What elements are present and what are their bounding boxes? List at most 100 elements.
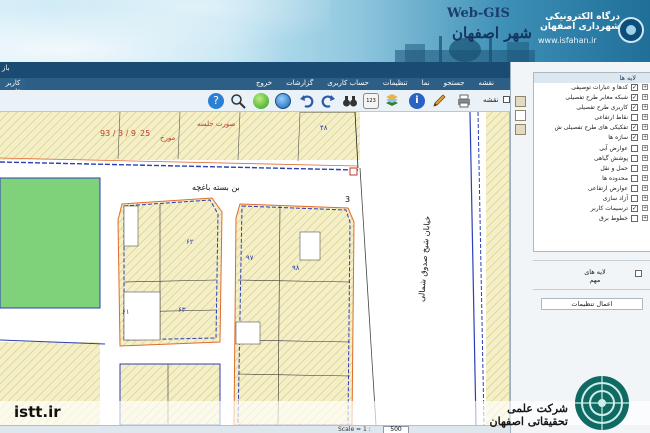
print-icon[interactable] — [456, 93, 472, 109]
layer-checkbox[interactable] — [631, 144, 638, 152]
layer-label: خطوط برق — [599, 215, 628, 223]
layer-list-title: لایه ها — [534, 73, 650, 83]
expand-icon[interactable]: + — [642, 174, 648, 181]
map-toolbar: ? 123 i نقشه — [0, 90, 510, 112]
layer-row[interactable]: + ✓ کدها و عبارات توصیفی — [534, 83, 650, 93]
help-icon[interactable]: ? — [208, 93, 224, 109]
measure-tool-icon[interactable] — [515, 124, 526, 135]
apply-settings-button[interactable]: اعمال تنظیمات — [541, 298, 643, 310]
expand-icon[interactable]: + — [642, 215, 648, 222]
layer-checkbox[interactable]: ✓ — [631, 205, 638, 213]
important-layers-label: لایه های مهم — [584, 268, 606, 284]
important-layers-checkbox[interactable] — [635, 270, 642, 277]
street-name-label: بن بسته باغچه — [192, 183, 240, 192]
expand-icon[interactable]: + — [642, 84, 648, 90]
layer-row[interactable]: + ✓ تفکیکی های طرح تفصیلی ش — [534, 123, 650, 133]
layer-label: عوارض آبی — [599, 144, 628, 152]
expand-icon[interactable]: + — [642, 144, 648, 151]
binoculars-icon[interactable] — [342, 93, 358, 109]
layer-checkbox[interactable] — [631, 184, 638, 192]
layer-checkbox[interactable]: ✓ — [631, 94, 638, 102]
map-canvas[interactable]: صورت جلسه مورخ 25 93 / 3 / 9 بن بسته باغ… — [0, 112, 510, 425]
menu-item-map[interactable]: نقشه — [479, 79, 495, 87]
menu-item-account[interactable]: حساب کاربری — [327, 79, 369, 87]
expand-icon[interactable]: + — [642, 195, 648, 202]
layer-row[interactable]: + محدوده ها — [534, 174, 650, 184]
plot-label: ۶۱ — [122, 308, 130, 316]
expand-icon[interactable]: + — [642, 134, 648, 141]
expand-icon[interactable]: + — [642, 124, 648, 131]
layer-checkbox[interactable]: ✓ — [631, 104, 638, 112]
plot-label: ۶۲ — [186, 238, 194, 246]
pan-tool-icon[interactable] — [515, 96, 526, 107]
portal-title: درگاه الکترونیکی شهرداری اصفهان — [540, 12, 620, 32]
menu-item-exit[interactable]: خروج — [256, 79, 272, 87]
globe-icon[interactable] — [275, 93, 291, 109]
layer-row[interactable]: + عوارض آبی — [534, 144, 650, 154]
expand-icon[interactable]: + — [642, 164, 648, 171]
layer-row[interactable]: + ✓ شبکه معابر طرح تفصیلی — [534, 93, 650, 103]
plot-label: ۴۸ — [320, 124, 328, 132]
pencil-icon[interactable] — [431, 93, 447, 109]
webgis-app: Web-GIS شهر اصفهان درگاه الکترونیکی شهرد… — [0, 0, 650, 433]
expand-icon[interactable]: + — [642, 154, 648, 161]
layer-label: پوشش گیاهی — [593, 154, 628, 162]
expand-icon[interactable]: + — [642, 114, 648, 121]
layer-label: محدوده ها — [602, 174, 628, 182]
menu-item-settings[interactable]: تنظیمات — [383, 79, 408, 87]
redo-icon[interactable] — [320, 93, 336, 109]
layer-row[interactable]: + عوارض ارتفاعی — [534, 184, 650, 194]
layer-checkbox[interactable] — [631, 215, 638, 223]
layer-checkbox[interactable]: ✓ — [631, 134, 638, 142]
layer-checkbox[interactable] — [631, 174, 638, 182]
layer-label: عوارض ارتفاعی — [587, 184, 628, 192]
layer-checkbox[interactable] — [631, 164, 638, 172]
strip-text: باز — [2, 64, 10, 72]
layer-row[interactable]: + نقاط ارتفاعی — [534, 113, 650, 123]
layer-icon[interactable] — [384, 93, 400, 109]
right-edge-parcels — [486, 112, 509, 425]
company-logo-icon — [575, 376, 629, 430]
layer-row[interactable]: + آزاد سازی — [534, 194, 650, 204]
plot-label: ۹۷ — [246, 254, 254, 262]
info-icon[interactable]: i — [409, 93, 425, 109]
map-drawing: صورت جلسه مورخ 25 93 / 3 / 9 بن بسته باغ… — [0, 112, 509, 425]
menu-item-view[interactable]: نما — [422, 79, 430, 87]
zoom-in-icon[interactable] — [230, 93, 246, 109]
layer-label: ترسیمات کاربر — [590, 205, 628, 213]
layer-row[interactable]: + ✓ ترسیمات کاربر — [534, 204, 650, 214]
coordinate-icon[interactable]: 123 — [363, 93, 379, 109]
layer-label: کاربری طرح تفصیلی — [576, 104, 628, 112]
scale-select[interactable]: 500 — [383, 426, 409, 433]
layer-row[interactable]: + پوشش گیاهی — [534, 154, 650, 164]
status-bar: Scale = 1 : 500 — [0, 425, 510, 433]
zoom-full-icon[interactable] — [253, 93, 269, 109]
layer-checkbox[interactable]: ✓ — [631, 84, 638, 91]
layer-checkbox[interactable] — [631, 154, 638, 162]
layer-row[interactable]: + ✓ سازه ها — [534, 133, 650, 143]
layer-row[interactable]: + خطوط برق — [534, 214, 650, 224]
top-parcel-block — [0, 112, 360, 160]
layer-row[interactable]: + حمل و نقل — [534, 164, 650, 174]
avenue-name-label: خیابان شیخ صدوق شمالی — [417, 215, 432, 302]
expand-icon[interactable]: + — [642, 184, 648, 191]
menu-bar: نقشه جستجو نما تنظیمات حساب کاربری گزارش… — [26, 78, 510, 90]
undo-icon[interactable] — [299, 93, 315, 109]
annotation-number: 25 — [140, 129, 150, 138]
layer-checkbox[interactable] — [631, 114, 638, 122]
menu-item-search[interactable]: جستجو — [444, 79, 465, 87]
layer-row[interactable]: + ✓ کاربری طرح تفصیلی — [534, 103, 650, 113]
select-tool-icon[interactable] — [515, 110, 526, 121]
map-checkbox[interactable] — [503, 96, 510, 103]
expand-icon[interactable]: + — [642, 205, 648, 212]
layer-checkbox[interactable]: ✓ — [631, 124, 638, 132]
menu-item-reports[interactable]: گزارشات — [286, 79, 313, 87]
layer-checkbox[interactable] — [631, 195, 638, 203]
watermark-site: istt.ir — [14, 403, 61, 421]
expand-icon[interactable]: + — [642, 94, 648, 101]
portal-url: www.isfahan.ir — [538, 36, 597, 45]
vertical-tools — [515, 96, 527, 138]
expand-icon[interactable]: + — [642, 104, 648, 111]
avenue-edge-right — [469, 112, 477, 425]
watermark-company: شرکت علمی تحقیقاتی اصفهان — [489, 402, 568, 428]
